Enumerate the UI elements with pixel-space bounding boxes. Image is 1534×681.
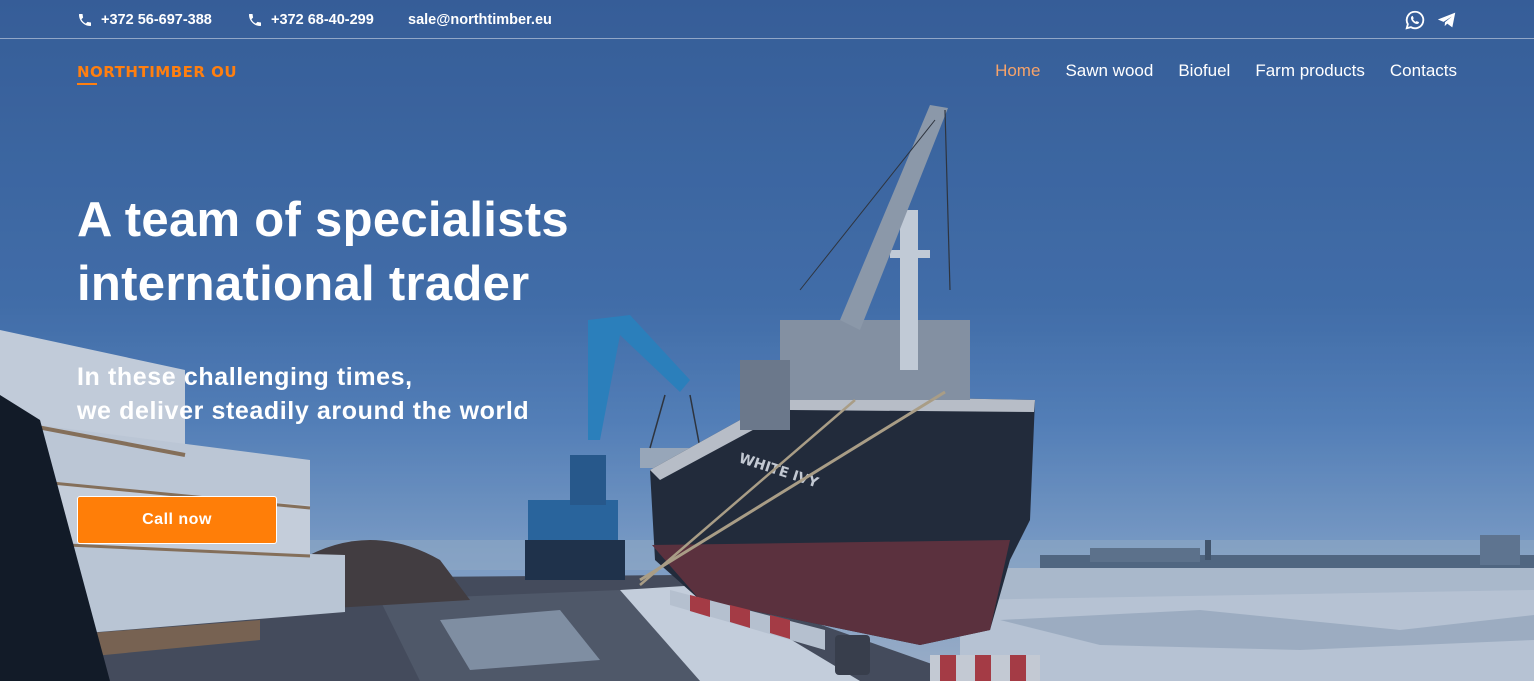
whatsapp-icon[interactable]	[1404, 9, 1426, 31]
brand-logo[interactable]: NORTHTIMBER OU	[77, 63, 237, 87]
hero-section: WHITE IVY +372 56-697-388 +372 68-40-299…	[0, 0, 1534, 681]
nav-item-contacts[interactable]: Contacts	[1390, 60, 1457, 82]
email-link[interactable]: sale@northtimber.eu	[408, 10, 552, 30]
call-now-button[interactable]: Call now	[77, 496, 277, 544]
phone-link-1[interactable]: +372 56-697-388	[77, 10, 212, 30]
phone-icon	[249, 14, 261, 26]
logo-underline	[77, 83, 97, 85]
telegram-icon[interactable]	[1436, 9, 1458, 31]
hero-title-line-2: international trader	[77, 257, 530, 311]
hero-subtitle-line-2: we deliver steadily around the world	[77, 397, 530, 425]
hero-subtitle: In these challenging times, we deliver s…	[77, 360, 697, 428]
nav-item-farm-products[interactable]: Farm products	[1255, 60, 1365, 82]
nav-item-biofuel[interactable]: Biofuel	[1178, 60, 1230, 82]
phone-icon	[79, 14, 91, 26]
phone-link-2[interactable]: +372 68-40-299	[247, 10, 374, 30]
phone-number-1: +372 56-697-388	[101, 12, 212, 28]
top-contact-bar: +372 56-697-388 +372 68-40-299 sale@nort…	[0, 0, 1534, 39]
hero-title: A team of specialists international trad…	[77, 188, 697, 316]
phone-number-2: +372 68-40-299	[271, 12, 374, 28]
nav-item-home[interactable]: Home	[995, 60, 1040, 82]
hero-title-line-1: A team of specialists	[77, 193, 569, 247]
hero-subtitle-line-1: In these challenging times,	[77, 363, 413, 391]
hero-background-image: WHITE IVY	[0, 0, 1534, 681]
main-nav: Home Sawn wood Biofuel Farm products Con…	[995, 60, 1457, 82]
nav-item-sawn-wood[interactable]: Sawn wood	[1065, 60, 1153, 82]
